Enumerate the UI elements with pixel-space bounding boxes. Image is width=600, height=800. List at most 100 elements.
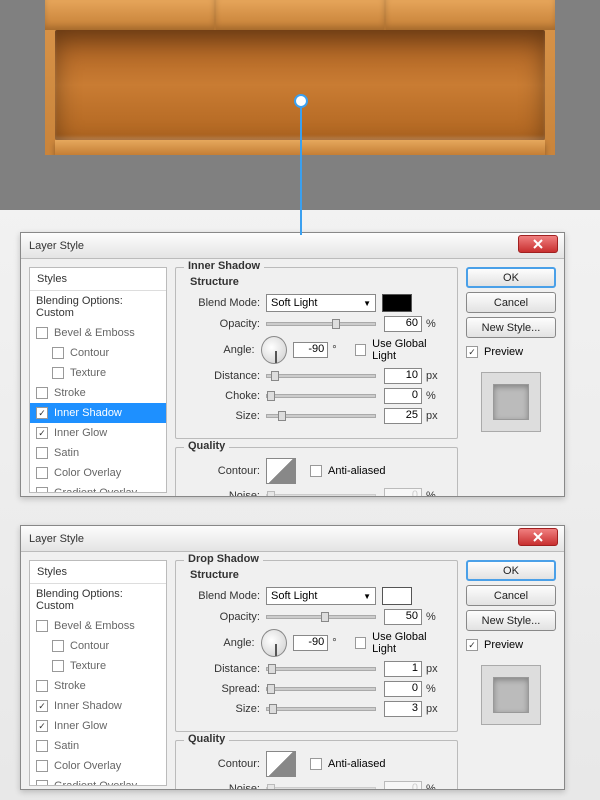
color-swatch[interactable]	[382, 587, 412, 605]
new-style-button[interactable]: New Style...	[466, 317, 556, 338]
use-global-light-checkbox[interactable]	[355, 344, 366, 356]
section-quality: Quality Contour: Anti-aliased Noise: 0 %	[175, 740, 458, 790]
noise-input[interactable]: 0	[384, 781, 422, 790]
opacity-input[interactable]: 50	[384, 609, 422, 625]
style-bevel-emboss[interactable]: Bevel & Emboss	[30, 616, 166, 636]
style-contour[interactable]: Contour	[30, 636, 166, 656]
callout-line	[300, 100, 302, 235]
size-slider[interactable]	[266, 707, 376, 711]
styles-header[interactable]: Styles	[30, 561, 166, 584]
style-gradient-overlay[interactable]: Gradient Overlay	[30, 776, 166, 786]
dialog-title: Layer Style	[29, 240, 84, 252]
titlebar[interactable]: Layer Style	[21, 233, 564, 259]
checkbox[interactable]	[36, 387, 48, 399]
close-button[interactable]	[518, 235, 558, 253]
styles-list: Styles Blending Options: Custom Bevel & …	[29, 267, 167, 493]
close-button[interactable]	[518, 528, 558, 546]
style-inner-shadow[interactable]: ✓Inner Shadow	[30, 403, 166, 423]
blend-mode-dropdown[interactable]: Soft Light▼	[266, 587, 376, 605]
style-blending-options[interactable]: Blending Options: Custom	[30, 584, 166, 616]
styles-header[interactable]: Styles	[30, 268, 166, 291]
titlebar[interactable]: Layer Style	[21, 526, 564, 552]
style-stroke[interactable]: Stroke	[30, 676, 166, 696]
contour-picker[interactable]	[266, 458, 296, 484]
noise-slider[interactable]	[266, 787, 376, 790]
style-satin[interactable]: Satin	[30, 736, 166, 756]
opacity-input[interactable]: 60	[384, 316, 422, 332]
angle-dial[interactable]	[261, 629, 287, 657]
checkbox[interactable]	[36, 740, 48, 752]
section-drop-shadow: Drop Shadow Structure Blend Mode: Soft L…	[175, 560, 458, 732]
checkbox[interactable]	[52, 347, 64, 359]
style-texture[interactable]: Texture	[30, 656, 166, 676]
style-blending-options[interactable]: Blending Options: Custom	[30, 291, 166, 323]
cancel-button[interactable]: Cancel	[466, 585, 556, 606]
style-satin[interactable]: Satin	[30, 443, 166, 463]
angle-input[interactable]: -90	[293, 635, 329, 651]
choke-input[interactable]: 0	[384, 388, 422, 404]
use-global-light-checkbox[interactable]	[355, 637, 366, 649]
style-bevel-emboss[interactable]: Bevel & Emboss	[30, 323, 166, 343]
size-slider[interactable]	[266, 414, 376, 418]
style-color-overlay[interactable]: Color Overlay	[30, 463, 166, 483]
style-texture[interactable]: Texture	[30, 363, 166, 383]
style-gradient-overlay[interactable]: Gradient Overlay	[30, 483, 166, 493]
checkbox[interactable]	[36, 487, 48, 493]
style-inner-glow[interactable]: ✓Inner Glow	[30, 716, 166, 736]
angle-label: Angle:	[186, 344, 255, 356]
checkbox[interactable]	[36, 680, 48, 692]
style-inner-shadow[interactable]: ✓Inner Shadow	[30, 696, 166, 716]
checkbox[interactable]: ✓	[36, 427, 48, 439]
cancel-button[interactable]: Cancel	[466, 292, 556, 313]
size-label: Size:	[186, 703, 260, 715]
checkbox[interactable]: ✓	[36, 407, 48, 419]
preview-checkbox[interactable]: ✓	[466, 639, 478, 651]
contour-picker[interactable]	[266, 751, 296, 777]
opacity-slider[interactable]	[266, 615, 376, 619]
noise-input[interactable]: 0	[384, 488, 422, 497]
layer-style-dialog-1: Layer Style Styles Blending Options: Cus…	[20, 232, 565, 497]
ok-button[interactable]: OK	[466, 560, 556, 581]
style-color-overlay[interactable]: Color Overlay	[30, 756, 166, 776]
checkbox[interactable]	[36, 327, 48, 339]
noise-slider[interactable]	[266, 494, 376, 497]
preview-checkbox[interactable]: ✓	[466, 346, 478, 358]
spread-slider[interactable]	[266, 687, 376, 691]
layer-style-dialog-2: Layer Style Styles Blending Options: Cus…	[20, 525, 565, 790]
size-input[interactable]: 25	[384, 408, 422, 424]
style-inner-glow[interactable]: ✓Inner Glow	[30, 423, 166, 443]
preview-swatch	[481, 372, 541, 432]
new-style-button[interactable]: New Style...	[466, 610, 556, 631]
antialiased-checkbox[interactable]	[310, 465, 322, 477]
opacity-slider[interactable]	[266, 322, 376, 326]
checkbox[interactable]	[52, 367, 64, 379]
checkbox[interactable]	[36, 620, 48, 632]
distance-slider[interactable]	[266, 667, 376, 671]
checkbox[interactable]	[52, 660, 64, 672]
blend-mode-label: Blend Mode:	[186, 590, 260, 602]
distance-label: Distance:	[186, 663, 260, 675]
checkbox[interactable]	[36, 760, 48, 772]
angle-input[interactable]: -90	[293, 342, 329, 358]
blend-mode-label: Blend Mode:	[186, 297, 260, 309]
preview-swatch	[481, 665, 541, 725]
choke-slider[interactable]	[266, 394, 376, 398]
style-stroke[interactable]: Stroke	[30, 383, 166, 403]
checkbox[interactable]	[36, 447, 48, 459]
checkbox[interactable]: ✓	[36, 720, 48, 732]
size-input[interactable]: 3	[384, 701, 422, 717]
angle-dial[interactable]	[261, 336, 287, 364]
checkbox[interactable]: ✓	[36, 700, 48, 712]
distance-input[interactable]: 1	[384, 661, 422, 677]
spread-input[interactable]: 0	[384, 681, 422, 697]
blend-mode-dropdown[interactable]: Soft Light▼	[266, 294, 376, 312]
checkbox[interactable]	[36, 780, 48, 786]
color-swatch[interactable]	[382, 294, 412, 312]
distance-slider[interactable]	[266, 374, 376, 378]
checkbox[interactable]	[36, 467, 48, 479]
checkbox[interactable]	[52, 640, 64, 652]
antialiased-checkbox[interactable]	[310, 758, 322, 770]
distance-input[interactable]: 10	[384, 368, 422, 384]
style-contour[interactable]: Contour	[30, 343, 166, 363]
ok-button[interactable]: OK	[466, 267, 556, 288]
